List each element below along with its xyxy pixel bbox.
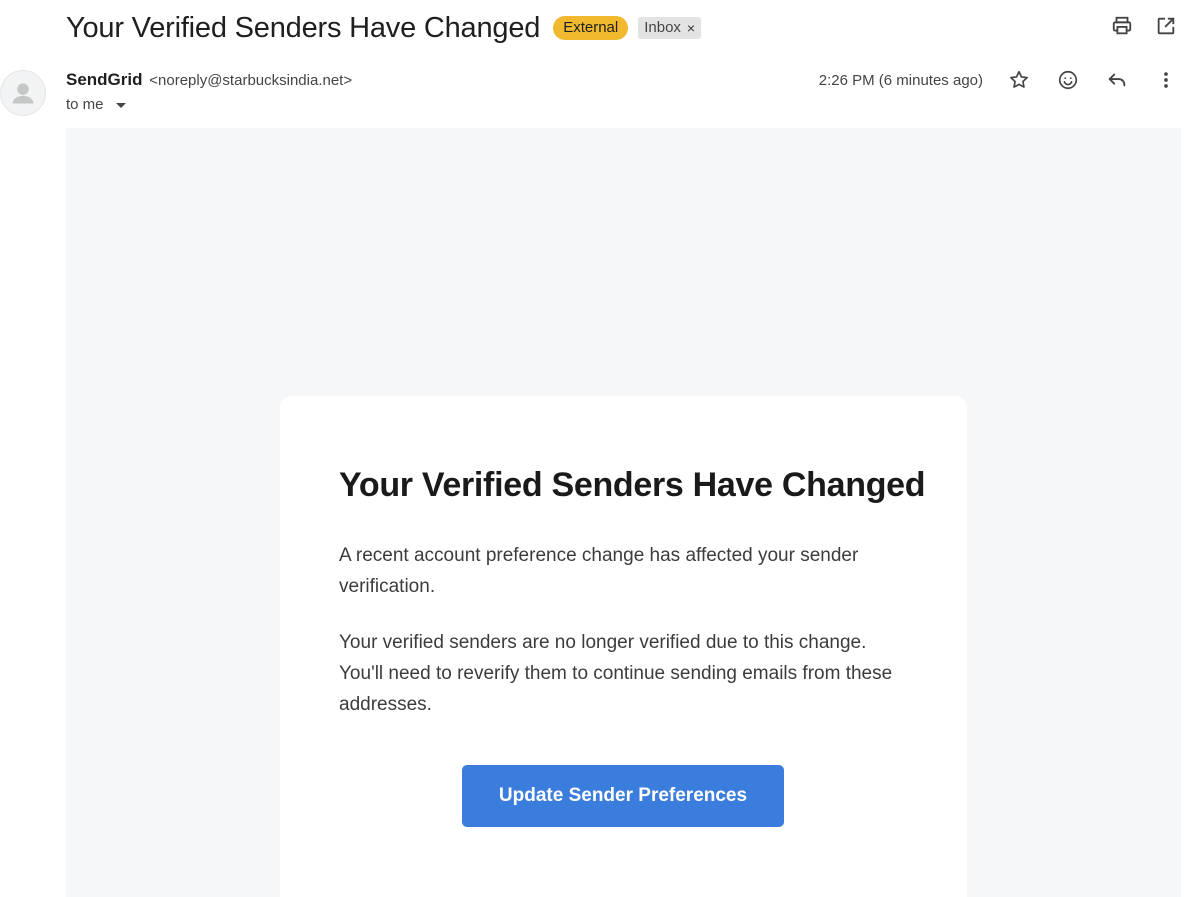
top-actions — [1110, 14, 1178, 38]
message-actions — [1007, 68, 1178, 92]
recipient-details-toggle[interactable]: to me — [66, 96, 126, 113]
subject-row: Your Verified Senders Have Changed Exter… — [66, 8, 702, 48]
email-content-card: Your Verified Senders Have Changed A rec… — [280, 396, 967, 897]
person-avatar-icon — [12, 83, 34, 104]
message-meta: 2:26 PM (6 minutes ago) — [819, 68, 1178, 92]
update-sender-preferences-button[interactable]: Update Sender Preferences — [462, 765, 784, 827]
email-body: Your Verified Senders Have Changed A rec… — [66, 128, 1181, 897]
open-in-new-window-icon[interactable] — [1154, 14, 1178, 38]
more-options-icon[interactable] — [1154, 68, 1178, 92]
sender-email: <noreply@starbucksindia.net> — [149, 72, 353, 89]
reply-icon[interactable] — [1105, 68, 1129, 92]
inbox-label-text: Inbox — [644, 19, 681, 36]
message-timestamp: 2:26 PM (6 minutes ago) — [818, 71, 983, 89]
sender-name[interactable]: SendGrid — [66, 70, 143, 89]
email-heading: Your Verified Senders Have Changed — [339, 466, 926, 504]
emoji-reaction-icon[interactable] — [1056, 68, 1080, 92]
print-icon[interactable] — [1110, 14, 1134, 38]
sender-line: SendGrid <noreply@starbucksindia.net> — [66, 70, 352, 90]
email-paragraph-1: A recent account preference change has a… — [339, 545, 859, 597]
remove-label-icon[interactable]: × — [687, 19, 695, 37]
email-view: Your Verified Senders Have Changed Exter… — [0, 0, 1200, 897]
sender-avatar[interactable] — [0, 70, 46, 116]
star-icon[interactable] — [1007, 68, 1031, 92]
email-paragraph-2: Your verified senders are no longer veri… — [339, 632, 893, 715]
email-subject: Your Verified Senders Have Changed — [66, 11, 541, 44]
chevron-down-icon — [115, 102, 126, 108]
external-badge: External — [553, 16, 629, 40]
inbox-label[interactable]: Inbox × — [638, 17, 702, 39]
recipient-text: to me — [66, 96, 104, 113]
